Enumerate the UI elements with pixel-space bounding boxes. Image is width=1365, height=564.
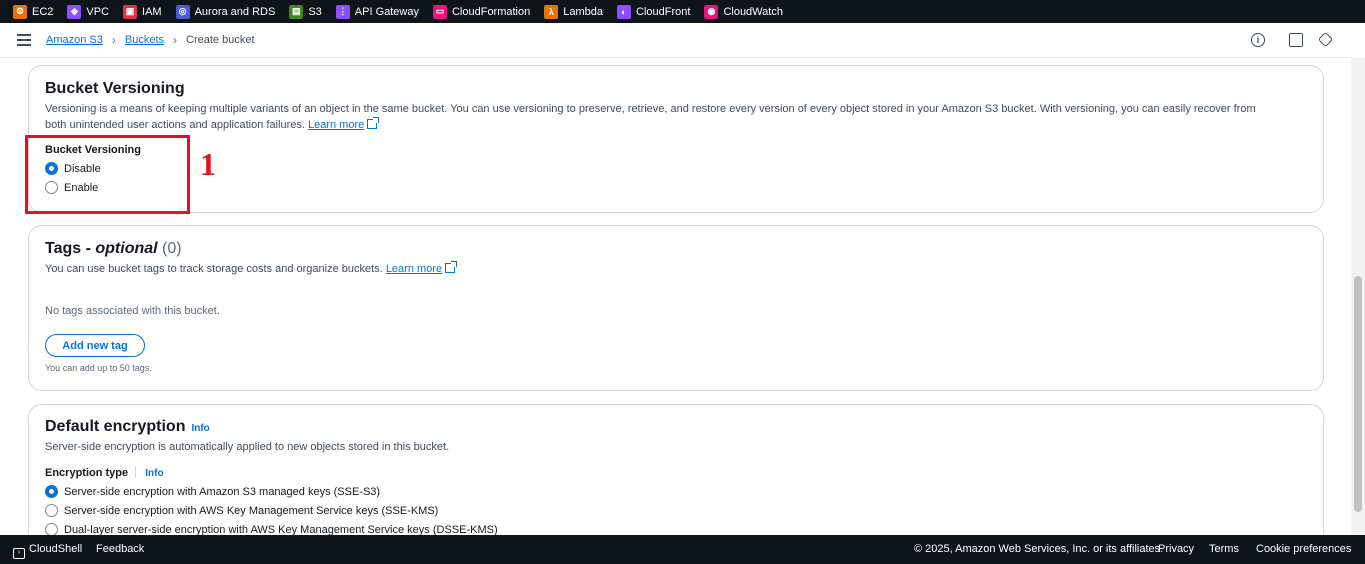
encryption-sse-s3-option[interactable]: Server-side encryption with Amazon S3 ma…	[45, 485, 380, 498]
cloudshell-button[interactable]: › CloudShell	[13, 543, 82, 559]
cloudformation-icon: ▭	[432, 4, 447, 19]
settings-icon[interactable]	[1317, 31, 1334, 48]
console-footer: › CloudShell Feedback © 2025, Amazon Web …	[0, 535, 1365, 564]
breadcrumb-buckets[interactable]: Buckets	[125, 34, 164, 46]
ec2-icon: ⚙	[13, 4, 27, 19]
api-gateway-icon: ⋮	[335, 4, 350, 19]
breadcrumb-amazon-s3[interactable]: Amazon S3	[46, 34, 103, 46]
tags-learn-more-link[interactable]: Learn more	[386, 263, 442, 275]
s3-icon: ▤	[289, 4, 304, 19]
radio-unselected[interactable]	[45, 504, 58, 517]
versioning-description: Versioning is a means of keeping multipl…	[45, 103, 1256, 131]
encryption-info-link[interactable]: Info	[191, 423, 209, 434]
favorite-s3[interactable]: ▤ S3	[289, 4, 322, 19]
breadcrumb: Amazon S3 › Buckets › Create bucket	[46, 33, 255, 47]
encryption-description: Server-side encryption is automatically …	[45, 441, 450, 453]
tags-empty-text: No tags associated with this bucket.	[45, 305, 220, 317]
favorite-api-gateway[interactable]: ⋮ API Gateway	[335, 4, 419, 19]
favorite-vpc[interactable]: ◈ VPC	[67, 4, 109, 19]
tags-hint: You can add up to 50 tags.	[45, 363, 152, 373]
terminal-icon: ›	[13, 548, 25, 559]
info-icon[interactable]: i	[1251, 33, 1265, 47]
privacy-link[interactable]: Privacy	[1158, 543, 1194, 555]
favorite-cloudfront[interactable]: ◐ CloudFront	[617, 4, 690, 19]
tags-title: Tags - optional (0)	[45, 240, 182, 257]
favorite-ec2[interactable]: ⚙ EC2	[13, 4, 53, 19]
favorite-cloudformation[interactable]: ▭ CloudFormation	[432, 4, 530, 19]
tags-card: Tags - optional (0) You can use bucket t…	[28, 225, 1324, 391]
encryption-title: Default encryption Info	[45, 418, 210, 435]
add-new-tag-button[interactable]: Add new tag	[45, 334, 145, 357]
breadcrumb-current: Create bucket	[186, 34, 255, 46]
favorite-rds[interactable]: ◎ Aurora and RDS	[175, 4, 275, 19]
page-scrollbar[interactable]	[1351, 58, 1365, 535]
external-link-icon	[445, 261, 458, 273]
chevron-right-icon: ›	[111, 33, 116, 47]
favorite-iam[interactable]: ▣ IAM	[123, 4, 162, 19]
favorite-cloudwatch[interactable]: ◉ CloudWatch	[704, 4, 783, 19]
encryption-type-info-link[interactable]: Info	[145, 468, 163, 479]
encryption-sse-kms-option[interactable]: Server-side encryption with AWS Key Mana…	[45, 504, 438, 517]
menu-icon[interactable]	[17, 34, 31, 46]
bucket-versioning-card: Bucket Versioning Versioning is a means …	[28, 65, 1324, 213]
scrollbar-thumb[interactable]	[1354, 276, 1362, 512]
tags-description: You can use bucket tags to track storage…	[45, 261, 458, 277]
favorites-bar: ⚙ EC2 ◈ VPC ▣ IAM ◎ Aurora and RDS ▤ S3 ⋮ API …	[0, 0, 1365, 23]
cookie-preferences-link[interactable]: Cookie preferences	[1256, 543, 1351, 555]
cloudfront-icon: ◐	[617, 4, 632, 19]
split-panel-icon[interactable]	[1289, 33, 1303, 47]
versioning-learn-more-link[interactable]: Learn more	[308, 119, 364, 131]
annotation-number: 1	[200, 146, 216, 182]
iam-icon: ▣	[123, 4, 138, 19]
cloudwatch-icon: ◉	[704, 4, 719, 19]
vpc-icon: ◈	[67, 4, 82, 19]
rds-icon: ◎	[175, 4, 190, 19]
feedback-link[interactable]: Feedback	[96, 543, 144, 555]
terms-link[interactable]: Terms	[1209, 543, 1239, 555]
versioning-title: Bucket Versioning	[45, 80, 185, 97]
radio-selected[interactable]	[45, 485, 58, 498]
lambda-icon: λ	[544, 4, 559, 19]
default-encryption-card: Default encryption Info Server-side encry…	[28, 404, 1324, 554]
external-link-icon	[367, 117, 380, 129]
favorite-lambda[interactable]: λ Lambda	[544, 4, 603, 19]
page-header: Amazon S3 › Buckets › Create bucket i	[0, 23, 1351, 58]
annotation-highlight-box	[25, 135, 190, 214]
chevron-right-icon: ›	[173, 33, 178, 47]
copyright-text: © 2025, Amazon Web Services, Inc. or its…	[914, 543, 1164, 555]
encryption-type-label: Encryption type Info	[45, 466, 164, 479]
